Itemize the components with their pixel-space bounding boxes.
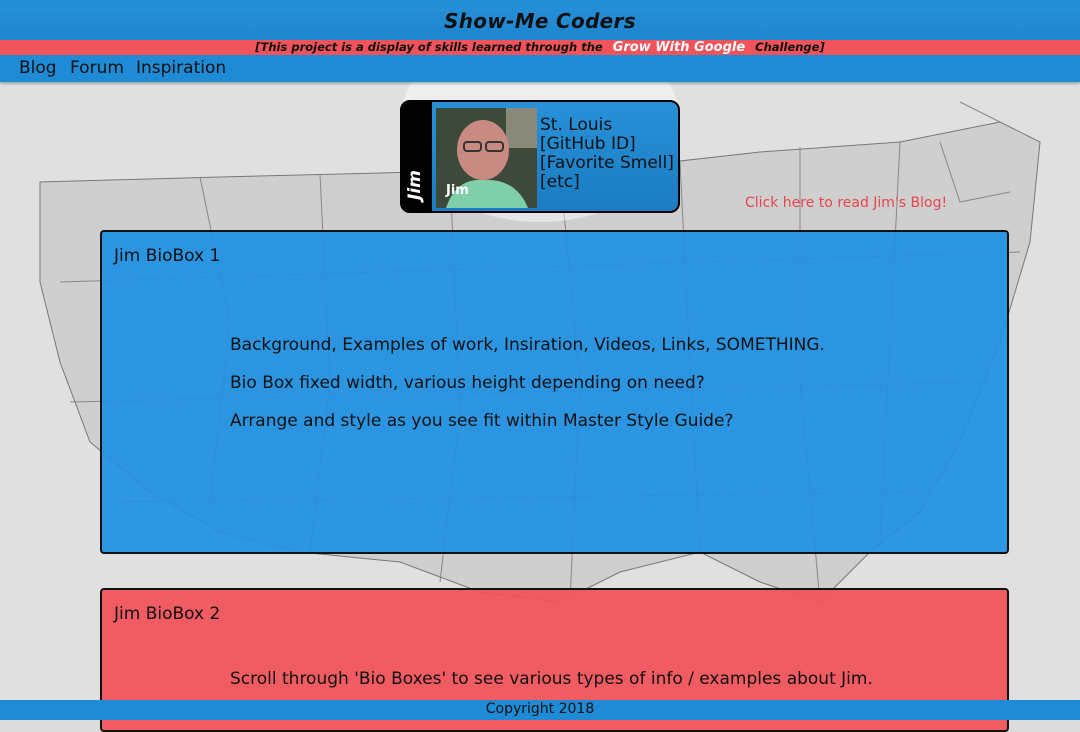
- main-nav: Blog Forum Inspiration: [0, 55, 1080, 82]
- biobox-line: Scroll through 'Bio Boxes' to see variou…: [230, 669, 873, 689]
- biobox-title: Jim BioBox 1: [114, 246, 221, 266]
- nav-item-blog[interactable]: Blog: [19, 58, 57, 78]
- tagline-grow-with-google: Grow With Google: [612, 40, 746, 55]
- biobox-1: Jim BioBox 1 Background, Examples of wor…: [100, 230, 1009, 554]
- profile-name-vertical: Jim: [405, 170, 425, 200]
- tagline-prefix: [This project is a display of skills lea…: [255, 40, 603, 54]
- read-blog-link[interactable]: Click here to read Jim's Blog!: [745, 195, 947, 211]
- biobox-title: Jim BioBox 2: [114, 604, 221, 624]
- profile-etc: [etc]: [540, 172, 580, 192]
- profile-details: St. Louis [GitHub ID] [Favorite Smell] […: [540, 116, 674, 192]
- site-title: Show-Me Coders: [444, 9, 636, 33]
- profile-favorite-smell: [Favorite Smell]: [540, 153, 674, 173]
- biobox-line: Background, Examples of work, Insiration…: [230, 335, 825, 355]
- biobox-line: Bio Box fixed width, various height depe…: [230, 373, 705, 393]
- avatar-caption: Jim: [446, 183, 469, 198]
- site-footer: Copyright 2018: [0, 700, 1080, 720]
- copyright-text: Copyright 2018: [485, 701, 595, 717]
- profile-card-side: Jim: [402, 102, 432, 211]
- nav-item-forum[interactable]: Forum: [70, 58, 124, 78]
- biobox-line: Arrange and style as you see fit within …: [230, 411, 734, 431]
- site-header: Show-Me Coders: [0, 0, 1080, 40]
- avatar: Jim: [436, 108, 537, 208]
- tagline-suffix: Challenge]: [755, 40, 825, 54]
- nav-item-inspiration[interactable]: Inspiration: [136, 58, 226, 78]
- profile-card: Jim Jim St. Louis [GitHub ID] [Favorite …: [400, 100, 680, 213]
- tagline-bar: [This project is a display of skills lea…: [0, 40, 1080, 55]
- profile-location: St. Louis: [540, 115, 613, 135]
- profile-github: [GitHub ID]: [540, 134, 636, 154]
